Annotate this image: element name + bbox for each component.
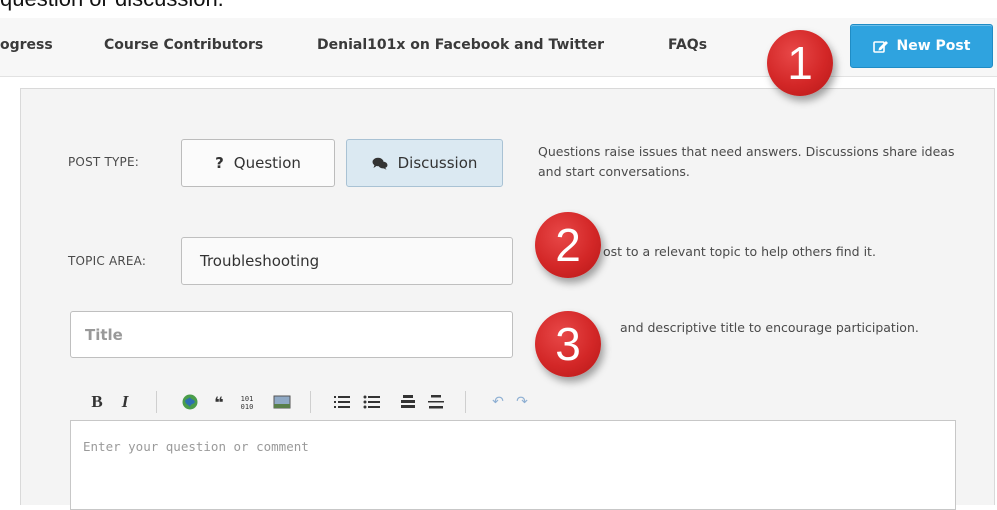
nav-item-facebook-twitter[interactable]: Denial101x on Facebook and Twitter [317, 37, 604, 53]
numbered-list-icon [334, 396, 350, 408]
title-placeholder: Title [85, 325, 123, 344]
step-marker-3: 3 [535, 311, 601, 377]
editor-placeholder: Enter your question or comment [83, 439, 309, 454]
nav-item-progress[interactable]: ogress [0, 37, 53, 53]
question-button[interactable]: ? Question [181, 139, 335, 187]
link-icon [182, 394, 198, 410]
svg-text:101: 101 [241, 395, 254, 403]
numbered-list-button[interactable] [332, 390, 352, 414]
edit-icon [872, 40, 888, 53]
post-type-description: Questions raise issues that need answers… [538, 144, 955, 179]
link-button[interactable] [180, 390, 200, 414]
toolbar-separator [156, 391, 157, 413]
post-body-editor[interactable]: Enter your question or comment [70, 420, 956, 510]
question-mark-icon: ? [215, 154, 224, 172]
tutorial-caption: question or discussion. [0, 0, 224, 12]
undo-button[interactable]: ↶ [490, 390, 506, 414]
svg-text:010: 010 [241, 403, 254, 411]
toolbar-separator [465, 391, 466, 413]
topic-area-value: Troubleshooting [200, 252, 320, 270]
heading-icon [401, 395, 415, 408]
image-icon [273, 395, 291, 409]
title-description: and descriptive title to encourage parti… [620, 320, 919, 335]
bold-button[interactable]: B [88, 390, 106, 414]
horizontal-rule-icon [428, 395, 444, 409]
topic-area-select[interactable]: Troubleshooting [181, 237, 513, 285]
undo-icon: ↶ [492, 394, 504, 410]
new-post-label: New Post [896, 38, 971, 54]
bulleted-list-icon [363, 395, 380, 409]
redo-button[interactable]: ↷ [514, 390, 530, 414]
question-button-label: Question [233, 154, 301, 172]
title-input[interactable]: Title [70, 311, 513, 358]
discussion-button[interactable]: Discussion [346, 139, 503, 187]
topic-area-label: TOPIC AREA: [68, 254, 147, 268]
redo-icon: ↷ [516, 394, 528, 410]
italic-button[interactable]: I [118, 390, 132, 414]
step-marker-1: 1 [767, 30, 833, 96]
code-icon: 101 010 [241, 395, 254, 411]
horizontal-rule-button[interactable] [426, 390, 446, 414]
nav-item-course-contributors[interactable]: Course Contributors [104, 37, 263, 53]
speech-bubbles-icon [372, 157, 388, 170]
post-type-label: POST TYPE: [68, 155, 139, 169]
topic-area-description: ost to a relevant topic to help others f… [603, 244, 876, 259]
code-button[interactable]: 101 010 [236, 390, 258, 414]
blockquote-icon: ❝ [214, 392, 224, 412]
step-marker-2: 2 [535, 212, 601, 278]
heading-button[interactable] [398, 390, 418, 414]
new-post-button[interactable]: New Post [850, 24, 993, 68]
bulleted-list-button[interactable] [362, 390, 382, 414]
blockquote-button[interactable]: ❝ [210, 390, 228, 414]
discussion-button-label: Discussion [397, 154, 478, 172]
toolbar-separator [310, 391, 311, 413]
nav-item-faqs[interactable]: FAQs [668, 37, 707, 53]
image-button[interactable] [272, 390, 292, 414]
